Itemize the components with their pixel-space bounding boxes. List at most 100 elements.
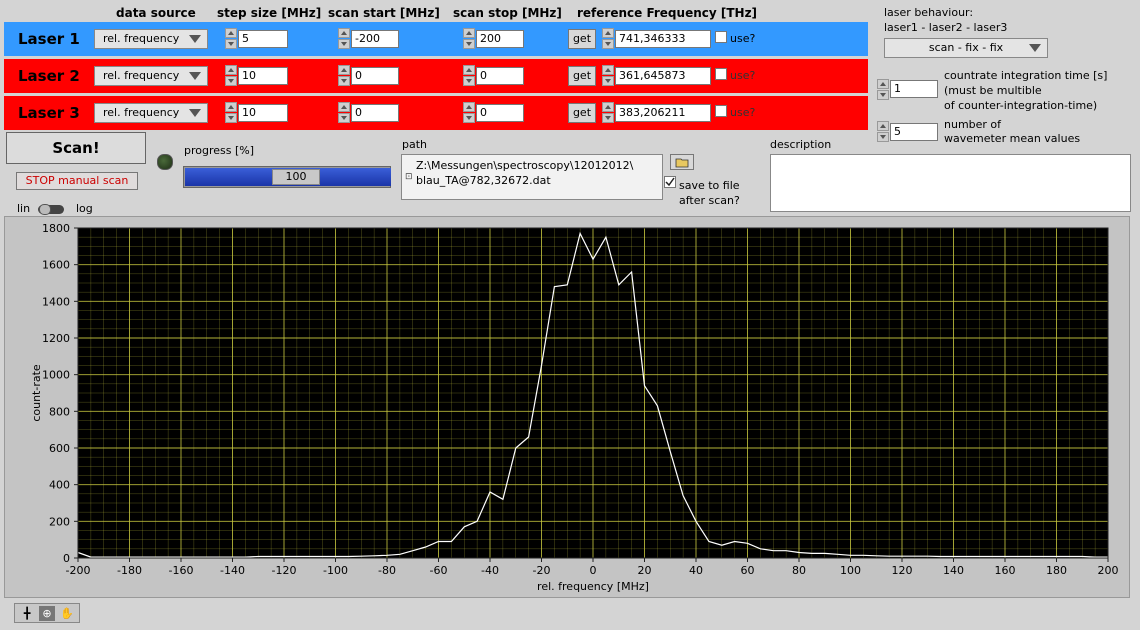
- laser-row-2: Laser 2 rel. frequency 10 0 0 get 361,64…: [4, 59, 868, 93]
- data-source-dropdown[interactable]: rel. frequency: [94, 103, 208, 123]
- x-tick-label: 40: [689, 564, 703, 577]
- wavemeter-stepper[interactable]: [876, 121, 890, 143]
- x-tick-label: -200: [66, 564, 91, 577]
- get-frequency-button[interactable]: get: [568, 103, 596, 123]
- behaviour-dropdown[interactable]: scan - fix - fix: [884, 38, 1048, 58]
- scan-start-input[interactable]: 0: [351, 104, 399, 122]
- ref-stepper[interactable]: [601, 65, 615, 87]
- use-checkbox[interactable]: [715, 68, 727, 80]
- y-tick-label: 1200: [42, 332, 70, 345]
- save-to-file-checkbox[interactable]: [664, 176, 676, 188]
- path-line-2: blau_TA@782,32672.dat: [416, 174, 551, 187]
- x-tick-label: 0: [590, 564, 597, 577]
- y-tick-label: 200: [49, 515, 70, 528]
- scan-button[interactable]: Scan!: [6, 132, 146, 164]
- scan-stop-input[interactable]: 0: [476, 67, 524, 85]
- x-tick-label: 200: [1098, 564, 1119, 577]
- y-axis-label: count-rate: [30, 364, 43, 422]
- step-stepper[interactable]: [224, 65, 238, 87]
- scan-start-input[interactable]: 0: [351, 67, 399, 85]
- description-input[interactable]: [770, 154, 1131, 212]
- x-tick-label: -40: [481, 564, 499, 577]
- graph-palette: ╋ ⊕ ✋: [14, 603, 80, 623]
- laser-row-1: Laser 1 rel. frequency 5 -200 200 get 74…: [4, 22, 868, 56]
- step-stepper[interactable]: [224, 28, 238, 50]
- laser-name: Laser 2: [18, 67, 80, 85]
- browse-folder-button[interactable]: [670, 154, 694, 170]
- path-line-1: Z:\Messungen\spectroscopy\12012012\: [416, 159, 634, 172]
- countrate-stepper[interactable]: [876, 79, 890, 101]
- ref-frequency-input[interactable]: 361,645873: [615, 67, 711, 85]
- x-tick-label: -160: [169, 564, 194, 577]
- y-tick-label: 0: [63, 552, 70, 565]
- scan-stop-input[interactable]: 0: [476, 104, 524, 122]
- folder-icon: [675, 158, 689, 168]
- save-label-2: after scan?: [679, 194, 740, 207]
- crosshair-icon[interactable]: ╋: [19, 606, 35, 621]
- x-tick-label: -80: [378, 564, 396, 577]
- wavemeter-label: number of: [944, 118, 1002, 131]
- header-data-source: data source: [116, 6, 196, 20]
- chevron-down-icon: [189, 72, 201, 80]
- start-stepper[interactable]: [337, 102, 351, 124]
- behaviour-value: scan - fix - fix: [928, 41, 1004, 54]
- start-stepper[interactable]: [337, 65, 351, 87]
- get-frequency-button[interactable]: get: [568, 66, 596, 86]
- progress-value: 100: [272, 169, 320, 185]
- step-size-input[interactable]: 10: [238, 67, 288, 85]
- zoom-icon[interactable]: ⊕: [39, 606, 55, 621]
- y-tick-label: 800: [49, 405, 70, 418]
- description-label: description: [770, 138, 832, 151]
- countrate-label: countrate integration time [s]: [944, 69, 1108, 82]
- use-checkbox[interactable]: [715, 105, 727, 117]
- behaviour-sublabel: laser1 - laser2 - laser3: [884, 21, 1008, 34]
- data-source-dropdown[interactable]: rel. frequency: [94, 66, 208, 86]
- ref-stepper[interactable]: [601, 28, 615, 50]
- progress-label: progress [%]: [184, 144, 255, 157]
- y-tick-label: 400: [49, 479, 70, 492]
- x-tick-label: -180: [117, 564, 142, 577]
- ref-stepper[interactable]: [601, 102, 615, 124]
- countrate-input[interactable]: 1: [890, 80, 938, 98]
- header-scan-stop: scan stop [MHz]: [453, 6, 562, 20]
- get-frequency-button[interactable]: get: [568, 29, 596, 49]
- stop-manual-scan-button[interactable]: STOP manual scan: [16, 172, 138, 190]
- data-source-value: rel. frequency: [103, 69, 180, 82]
- stop-stepper[interactable]: [462, 28, 476, 50]
- step-size-input[interactable]: 5: [238, 30, 288, 48]
- chevron-down-icon: [189, 35, 201, 43]
- lin-log-toggle[interactable]: [38, 204, 64, 215]
- header-step-size: step size [MHz]: [217, 6, 322, 20]
- x-tick-label: -60: [430, 564, 448, 577]
- data-source-value: rel. frequency: [103, 106, 180, 119]
- x-tick-label: 180: [1046, 564, 1067, 577]
- data-source-dropdown[interactable]: rel. frequency: [94, 29, 208, 49]
- x-tick-label: 100: [840, 564, 861, 577]
- x-tick-label: 60: [741, 564, 755, 577]
- y-tick-label: 1800: [42, 222, 70, 235]
- use-label: use?: [730, 106, 756, 119]
- x-tick-label: 120: [892, 564, 913, 577]
- stop-stepper[interactable]: [462, 102, 476, 124]
- wavemeter-input[interactable]: 5: [890, 123, 938, 141]
- laser-name: Laser 3: [18, 104, 80, 122]
- start-stepper[interactable]: [337, 28, 351, 50]
- data-source-value: rel. frequency: [103, 32, 180, 45]
- hand-icon[interactable]: ✋: [59, 606, 75, 621]
- path-field[interactable]: ⊡ Z:\Messungen\spectroscopy\12012012\ bl…: [401, 154, 663, 200]
- step-size-input[interactable]: 10: [238, 104, 288, 122]
- stop-stepper[interactable]: [462, 65, 476, 87]
- x-axis-label: rel. frequency [MHz]: [537, 580, 649, 593]
- chevron-down-icon: [1029, 44, 1041, 52]
- path-icon: ⊡: [405, 172, 413, 182]
- use-checkbox[interactable]: [715, 31, 727, 43]
- ref-frequency-input[interactable]: 383,206211: [615, 104, 711, 122]
- save-label: save to file: [679, 179, 740, 192]
- scan-start-input[interactable]: -200: [351, 30, 399, 48]
- ref-frequency-input[interactable]: 741,346333: [615, 30, 711, 48]
- path-label: path: [402, 138, 428, 151]
- header-ref-frequency: reference Frequency [THz]: [577, 6, 758, 20]
- scan-stop-input[interactable]: 200: [476, 30, 524, 48]
- laser-row-3: Laser 3 rel. frequency 10 0 0 get 383,20…: [4, 96, 868, 130]
- step-stepper[interactable]: [224, 102, 238, 124]
